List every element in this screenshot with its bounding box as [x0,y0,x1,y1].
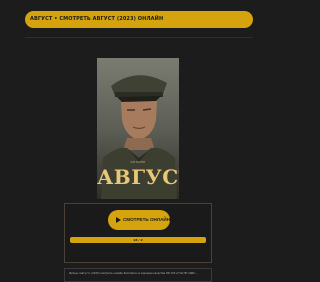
description-text: Фильм «Август» (2023) смотреть онлайн бе… [69,272,198,275]
poster-subtitle: ОНЛАЙН [130,160,146,164]
progress-label: 18 / 2 [133,238,143,242]
player-panel: СМОТРЕТЬ ОНЛАЙН 18 / 2 [64,203,212,263]
header-bar: АВГУСТ • СМОТРЕТЬ АВГУСТ (2023) ОНЛАЙН [25,11,253,28]
movie-poster: ОНЛАЙН АВГУСТ [97,58,179,199]
header-divider [25,37,253,38]
poster-title: АВГУСТ [97,165,179,189]
progress-bar[interactable]: 18 / 2 [70,237,206,243]
page-title: АВГУСТ • СМОТРЕТЬ АВГУСТ (2023) ОНЛАЙН [30,16,164,22]
watch-online-button[interactable]: СМОТРЕТЬ ОНЛАЙН [108,210,170,230]
watch-online-label: СМОТРЕТЬ ОНЛАЙН [123,217,171,222]
play-icon [116,217,121,223]
